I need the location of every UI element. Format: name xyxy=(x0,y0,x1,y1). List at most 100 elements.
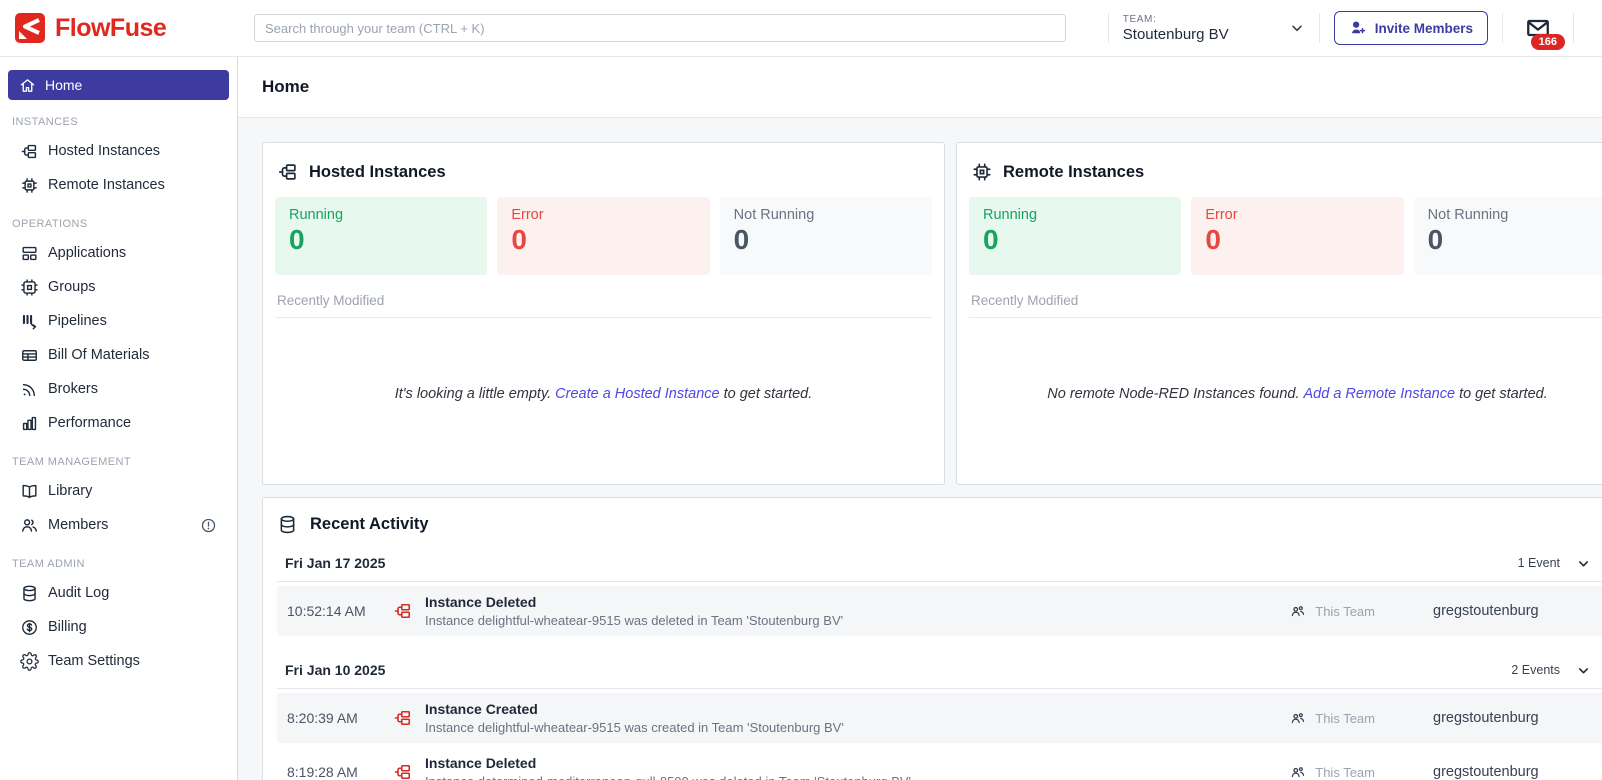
brand-name: FlowFuse xyxy=(55,13,167,42)
sidebar-section-team-admin: TEAM ADMIN xyxy=(12,558,85,570)
sidebar-item-label: Library xyxy=(48,483,93,499)
home-icon xyxy=(19,77,36,94)
invite-members-button[interactable]: Invite Members xyxy=(1333,11,1488,45)
instance-event-icon xyxy=(393,762,413,780)
sidebar-item-hosted-instances[interactable]: Hosted Instances xyxy=(0,134,237,168)
chevron-down-icon[interactable] xyxy=(1576,663,1591,678)
sidebar-item-brokers[interactable]: Brokers xyxy=(0,372,237,406)
search-input[interactable] xyxy=(254,14,1066,42)
sidebar-item-label: Performance xyxy=(48,415,132,431)
sidebar-item-billing[interactable]: Billing xyxy=(0,610,237,644)
sidebar-item-performance[interactable]: Performance xyxy=(0,406,237,440)
notifications-button[interactable]: 166 xyxy=(1523,15,1565,50)
recent-activity-panel: Recent Activity Fri Jan 17 2025 1 Event … xyxy=(262,497,1602,780)
top-bar: FlowFuse TEAM: Stoutenburg BV Invite Mem… xyxy=(0,0,1602,57)
event-time: 8:20:39 AM xyxy=(287,710,358,726)
sidebar-item-pipelines[interactable]: Pipelines xyxy=(0,304,237,338)
sidebar-item-label: Applications xyxy=(48,245,127,261)
stat-running: Running 0 xyxy=(969,197,1182,275)
flowfuse-logo: FlowFuse xyxy=(14,12,254,44)
database-icon xyxy=(277,514,298,535)
event-scope: This Team xyxy=(1315,710,1375,726)
notification-count-badge: 166 xyxy=(1530,34,1565,50)
stat-not-running: Not Running 0 xyxy=(719,197,932,275)
sidebar-item-remote-instances[interactable]: Remote Instances xyxy=(0,168,237,202)
members-alert-icon xyxy=(200,517,217,534)
chevron-down-icon[interactable] xyxy=(1289,20,1305,36)
sidebar-item-home[interactable]: Home xyxy=(8,70,229,100)
stat-label: Not Running xyxy=(1427,207,1509,223)
sidebar-item-label: Pipelines xyxy=(48,313,107,329)
sidebar-item-label: Remote Instances xyxy=(48,177,165,193)
event-title: Instance Created xyxy=(425,701,538,717)
stat-value: 0 xyxy=(289,224,305,255)
audit-log-icon xyxy=(20,584,39,603)
sidebar-item-label: Members xyxy=(48,517,109,533)
team-selector[interactable]: TEAM: Stoutenburg BV xyxy=(1123,14,1305,43)
sidebar-item-applications[interactable]: Applications xyxy=(0,236,237,270)
bill-of-materials-icon xyxy=(20,346,39,365)
sidebar-section-operations: OPERATIONS xyxy=(12,218,88,230)
activity-row: 8:20:39 AM Instance Created Instance del… xyxy=(277,693,1602,743)
stat-value: 0 xyxy=(1427,224,1444,255)
activity-group-header[interactable]: Fri Jan 17 2025 1 Event xyxy=(277,549,1602,582)
team-label: TEAM: xyxy=(1122,13,1157,25)
chevron-down-icon[interactable] xyxy=(1576,556,1591,571)
sidebar-item-library[interactable]: Library xyxy=(0,474,237,508)
recently-modified-label: Recently Modified xyxy=(969,293,1602,318)
recent-activity-title: Recent Activity xyxy=(310,515,429,533)
event-title: Instance Deleted xyxy=(425,755,537,771)
groups-icon xyxy=(20,278,39,297)
stat-value: 0 xyxy=(511,224,527,255)
event-time: 10:52:14 AM xyxy=(287,603,366,619)
sidebar-item-audit-log[interactable]: Audit Log xyxy=(0,576,237,610)
flowfuse-logo-icon xyxy=(15,13,45,43)
billing-icon xyxy=(20,618,39,637)
sidebar-item-label: Billing xyxy=(48,619,87,635)
sidebar-item-groups[interactable]: Groups xyxy=(0,270,237,304)
activity-group: Fri Jan 10 2025 2 Events 8:20:39 AM Inst… xyxy=(277,656,1602,780)
card-title: Hosted Instances xyxy=(309,162,446,181)
recently-modified-label: Recently Modified xyxy=(275,293,932,318)
invite-members-label: Invite Members xyxy=(1374,20,1473,36)
empty-text: It's looking a little empty. xyxy=(394,386,552,402)
sidebar-item-label: Brokers xyxy=(48,381,98,397)
remote-instances-card: Remote Instances Running 0 Error 0 Not R… xyxy=(956,142,1602,485)
create-hosted-instance-link[interactable]: Create a Hosted Instance xyxy=(555,386,719,402)
activity-event-count: 2 Events xyxy=(1511,663,1560,677)
stat-label: Running xyxy=(289,207,344,223)
activity-group-header[interactable]: Fri Jan 10 2025 2 Events xyxy=(277,656,1602,689)
stat-value: 0 xyxy=(983,224,999,255)
stat-label: Error xyxy=(1205,207,1238,223)
empty-state: It's looking a little empty. Create a Ho… xyxy=(275,318,932,470)
divider xyxy=(1502,13,1503,43)
event-description: Instance determined-mediterranean-gull-8… xyxy=(425,774,911,780)
stat-label: Error xyxy=(511,207,544,223)
performance-icon xyxy=(20,414,39,433)
card-title: Remote Instances xyxy=(1003,162,1145,181)
pipelines-icon xyxy=(20,312,39,331)
instance-event-icon xyxy=(393,708,413,728)
team-icon xyxy=(1289,763,1307,780)
activity-row: 10:52:14 AM Instance Deleted Instance de… xyxy=(277,586,1602,636)
sidebar-item-bill-of-materials[interactable]: Bill Of Materials xyxy=(0,338,237,372)
stat-running: Running 0 xyxy=(275,197,488,275)
add-remote-instance-link[interactable]: Add a Remote Instance xyxy=(1304,386,1456,402)
divider xyxy=(1573,13,1574,43)
divider xyxy=(1318,13,1320,43)
sidebar-item-members[interactable]: Members xyxy=(0,508,237,542)
event-scope: This Team xyxy=(1315,764,1375,780)
activity-date: Fri Jan 17 2025 xyxy=(285,555,386,571)
sidebar-item-label: Audit Log xyxy=(48,585,110,601)
sidebar-item-label: Groups xyxy=(48,279,96,295)
empty-state: No remote Node-RED Instances found. Add … xyxy=(969,318,1602,470)
stat-label: Running xyxy=(983,207,1038,223)
brokers-icon xyxy=(20,380,39,399)
event-time: 8:19:28 AM xyxy=(287,764,358,780)
stat-value: 0 xyxy=(1205,224,1221,255)
sidebar-section-team-management: TEAM MANAGEMENT xyxy=(12,456,132,468)
activity-event-count: 1 Event xyxy=(1517,556,1560,570)
sidebar-item-team-settings[interactable]: Team Settings xyxy=(0,644,237,678)
empty-text: No remote Node-RED Instances found. xyxy=(1047,386,1300,402)
team-icon xyxy=(1289,602,1307,620)
